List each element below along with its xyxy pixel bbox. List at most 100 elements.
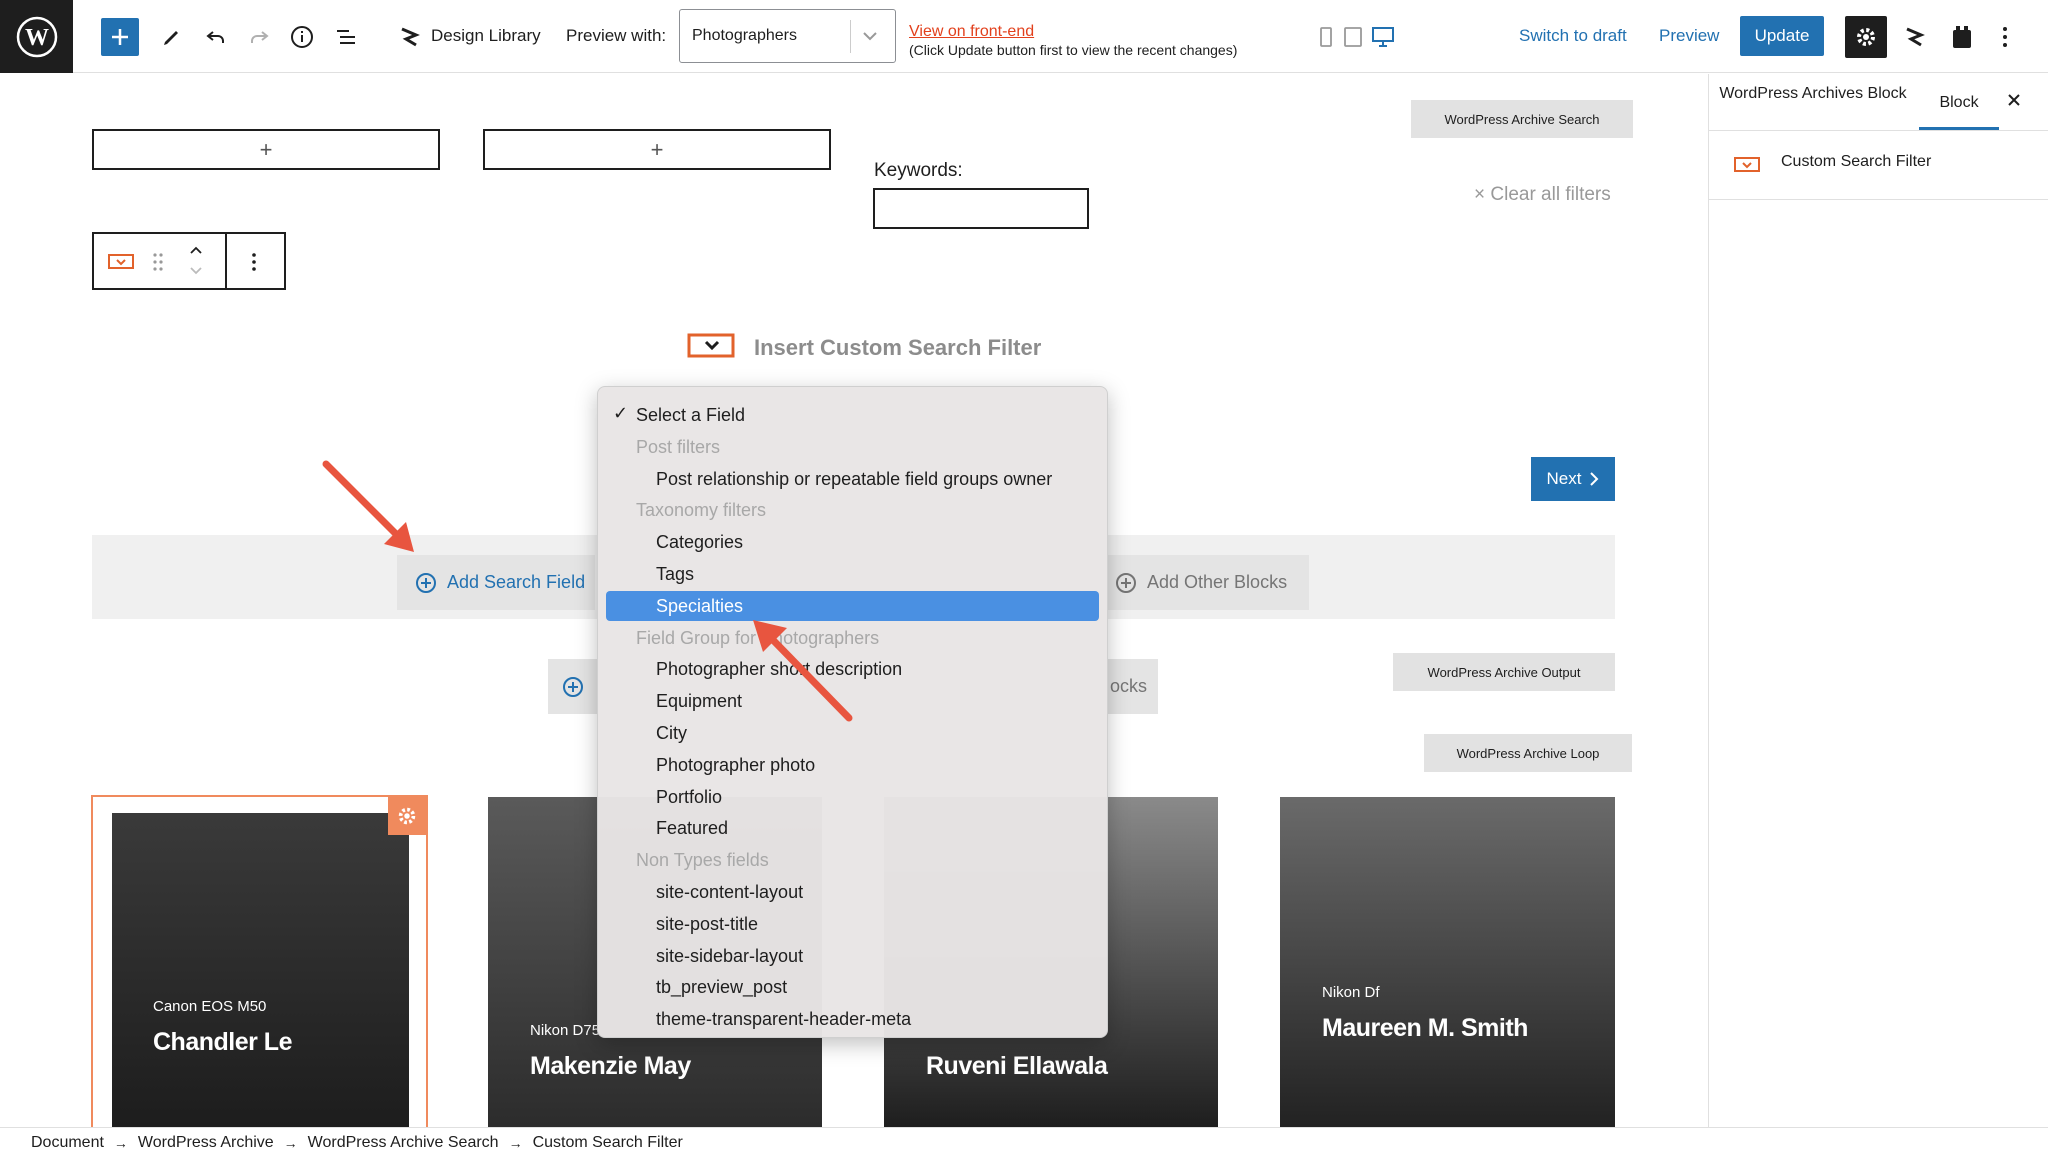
card-name: Ruveni Ellawala (926, 1052, 1108, 1080)
card-camera: Nikon D75 (530, 1022, 601, 1039)
drag-handle-icon[interactable] (152, 252, 164, 277)
chevron-right-icon (1590, 472, 1599, 486)
dropdown-item-label: Portfolio (656, 786, 723, 807)
dropdown-item-label: Non Types fields (636, 850, 769, 871)
block-options-icon[interactable] (251, 252, 257, 277)
dropdown-item-label: Post filters (636, 436, 721, 457)
more-options-icon[interactable] (1995, 22, 2015, 52)
dropdown-option[interactable]: theme-transparent-header-meta (598, 1004, 1109, 1034)
list-view-icon[interactable] (331, 22, 361, 52)
switch-to-draft-button[interactable]: Switch to draft (1519, 26, 1627, 46)
tab-block[interactable]: Block (1919, 94, 1999, 112)
dropdown-option[interactable]: Portfolio (598, 782, 1109, 812)
archive-output-tag[interactable]: WordPress Archive Output (1393, 653, 1615, 691)
breadcrumb-arrow-icon: → (508, 1134, 523, 1151)
annotation-arrow-icon (753, 620, 853, 722)
insert-filter-title: Insert Custom Search Filter (754, 335, 1042, 360)
photographer-card[interactable]: Nikon Df Maureen M. Smith (1280, 797, 1615, 1127)
chevron-down-icon (858, 24, 882, 53)
dropdown-option[interactable]: Featured (598, 813, 1109, 843)
dropdown-option[interactable]: site-post-title (598, 909, 1109, 939)
column-add-block-button[interactable]: + (92, 129, 440, 170)
dropdown-option[interactable]: Categories (598, 527, 1109, 557)
block-card-title: Custom Search Filter (1781, 153, 1932, 170)
next-button[interactable]: Next (1531, 457, 1615, 501)
tablet-preview-icon[interactable] (1342, 25, 1364, 49)
add-block-button[interactable] (101, 18, 139, 56)
view-front-end-note: (Click Update button first to view the r… (909, 42, 1238, 58)
plus-circle-icon (416, 572, 436, 593)
dropdown-option[interactable]: tb_preview_post (598, 972, 1109, 1002)
editor-app: W Design Library Preview with: Photograp… (0, 0, 2048, 1157)
svg-text:W: W (25, 25, 49, 51)
dropdown-item-label: site-post-title (656, 913, 759, 934)
checkmark-icon: ✓ (613, 403, 629, 423)
dropdown-item-label: Taxonomy filters (636, 500, 767, 521)
plugin-icon[interactable] (1947, 22, 1977, 52)
sidebar-divider (1708, 199, 2048, 200)
column-add-block-button[interactable]: + (483, 129, 831, 170)
dropdown-item-label: City (656, 723, 687, 743)
desktop-preview-icon[interactable] (1370, 24, 1396, 50)
dropdown-item-label: Featured (656, 818, 729, 839)
info-icon[interactable] (287, 22, 317, 52)
update-button[interactable]: Update (1740, 16, 1824, 56)
toolset-icon[interactable] (1899, 22, 1929, 52)
dropdown-item-label: Tags (656, 564, 695, 584)
dropdown-option[interactable]: Tags (598, 559, 1109, 589)
tab-archives-block[interactable]: WordPress Archives Block (1718, 85, 1908, 103)
plus-circle-icon (1116, 572, 1136, 593)
dropdown-item-label: Select a Field (636, 405, 746, 425)
dropdown-option[interactable]: site-sidebar-layout (598, 941, 1109, 971)
move-up-icon[interactable] (188, 243, 204, 261)
card-camera: Nikon Df (1322, 984, 1380, 1001)
design-library-icon[interactable] (395, 22, 423, 52)
wordpress-logo-icon[interactable]: W (0, 0, 73, 73)
card-name: Maureen M. Smith (1322, 1014, 1528, 1042)
preview-button[interactable]: Preview (1659, 26, 1719, 46)
dropdown-option[interactable]: site-content-layout (598, 877, 1109, 907)
redo-icon[interactable] (244, 22, 274, 52)
preview-with-value: Photographers (692, 27, 797, 44)
view-front-end-link[interactable]: View on front-end (909, 23, 1034, 41)
breadcrumb-item[interactable]: WordPress Archive Search (308, 1134, 499, 1152)
move-down-icon[interactable] (188, 264, 204, 282)
insert-filter-icon (687, 332, 737, 365)
dropdown-group-header: Post filters (598, 432, 1109, 462)
card-name: Makenzie May (530, 1052, 691, 1080)
breadcrumb-item[interactable]: Custom Search Filter (533, 1134, 683, 1152)
card-camera: Canon EOS M50 (153, 998, 267, 1015)
photographer-card[interactable]: Canon EOS M50 Chandler Le (112, 813, 409, 1127)
toolbar-divider (225, 234, 227, 288)
mobile-preview-icon[interactable] (1316, 25, 1336, 49)
clear-all-filters-link[interactable]: × Clear all filters (1474, 184, 1611, 206)
add-search-field-label: Add Search Field (447, 572, 586, 592)
custom-search-filter-icon[interactable] (108, 253, 136, 276)
archive-loop-tag[interactable]: WordPress Archive Loop (1424, 734, 1632, 772)
dropdown-option[interactable]: Post relationship or repeatable field gr… (598, 464, 1109, 494)
undo-icon[interactable] (201, 22, 231, 52)
add-other-blocks-label: Add Other Blocks (1147, 572, 1288, 592)
add-button-secondary[interactable] (548, 659, 598, 714)
breadcrumb-item[interactable]: WordPress Archive (138, 1134, 274, 1152)
add-other-blocks-button[interactable]: Add Other Blocks (1095, 555, 1309, 610)
dropdown-item-label: Equipment (656, 691, 743, 712)
custom-search-filter-icon (1734, 156, 1762, 179)
preview-with-select[interactable]: Photographers (679, 9, 896, 63)
keywords-input[interactable] (873, 188, 1089, 229)
dropdown-item-label: Categories (656, 532, 744, 553)
close-icon[interactable] (2006, 92, 2022, 113)
edit-pencil-icon[interactable] (157, 22, 187, 52)
archive-search-tag[interactable]: WordPress Archive Search (1411, 100, 1633, 138)
dropdown-option[interactable]: Photographer photo (598, 750, 1109, 780)
design-library-label[interactable]: Design Library (431, 26, 541, 46)
dropdown-item-label: site-sidebar-layout (656, 945, 804, 966)
breadcrumb-item[interactable]: Document (31, 1134, 104, 1152)
settings-sidebar (1708, 74, 2048, 1127)
next-label: Next (1546, 469, 1582, 488)
settings-gear-icon[interactable] (1845, 16, 1887, 58)
sidebar-divider (1708, 130, 2048, 131)
card-settings-gear-icon[interactable] (388, 797, 426, 835)
dropdown-option-select-a-field[interactable]: ✓ Select a Field (598, 400, 1109, 430)
breadcrumb: Document → WordPress Archive → WordPress Arc… (0, 1127, 2048, 1157)
